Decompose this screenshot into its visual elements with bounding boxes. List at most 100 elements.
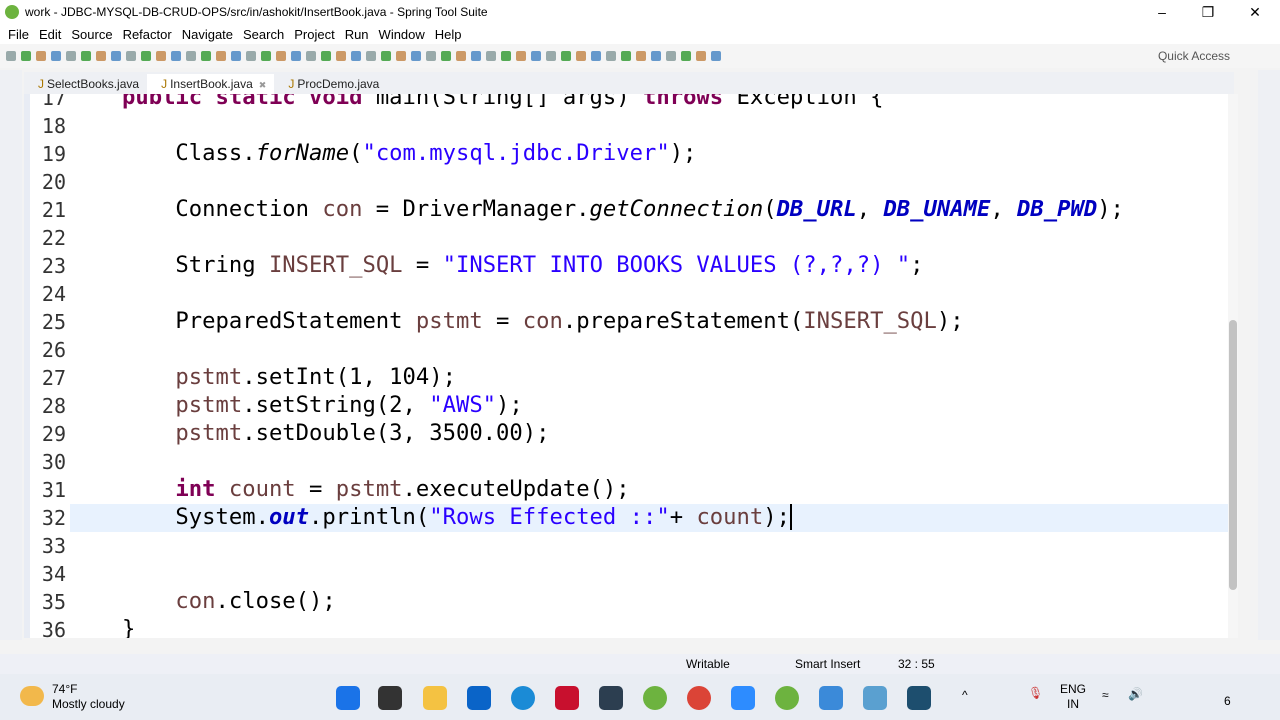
clock-text[interactable]: 6 — [1224, 694, 1231, 709]
wifi-icon[interactable]: ≈ — [1102, 688, 1109, 703]
close-button[interactable]: ✕ — [1232, 0, 1278, 24]
tab-selectbooks[interactable]: J SelectBooks.java — [24, 74, 147, 94]
toolbar-button-icon[interactable] — [636, 51, 646, 61]
menu-search[interactable]: Search — [243, 27, 284, 42]
menu-window[interactable]: Window — [379, 27, 425, 42]
toolbar-button-icon[interactable] — [156, 51, 166, 61]
code-line[interactable]: int count = pstmt.executeUpdate(); — [122, 476, 629, 502]
toolbar-button-icon[interactable] — [36, 51, 46, 61]
toolbar-button-icon[interactable] — [576, 51, 586, 61]
menu-refactor[interactable]: Refactor — [123, 27, 172, 42]
toolbar-button-icon[interactable] — [381, 51, 391, 61]
tab-insertbook[interactable]: J InsertBook.java ✖ — [147, 74, 275, 94]
toolbar-button-icon[interactable] — [81, 51, 91, 61]
maximize-button[interactable]: ❐ — [1185, 0, 1231, 24]
toolbar-button-icon[interactable] — [396, 51, 406, 61]
tab-procdemo[interactable]: J ProcDemo.java — [274, 74, 387, 94]
toolbar-button-icon[interactable] — [591, 51, 601, 61]
toolbar-button-icon[interactable] — [501, 51, 511, 61]
toolbar-button-icon[interactable] — [141, 51, 151, 61]
code-line[interactable]: Class.forName("com.mysql.jdbc.Driver"); — [122, 140, 696, 166]
terminal-icon[interactable] — [599, 686, 623, 710]
horizontal-scrollbar[interactable] — [60, 638, 1230, 650]
code-line[interactable]: Connection con = DriverManager.getConnec… — [122, 196, 1123, 222]
code-line[interactable]: public static void main(String[] args) t… — [122, 94, 883, 110]
menu-navigate[interactable]: Navigate — [182, 27, 233, 42]
toolbar-button-icon[interactable] — [486, 51, 496, 61]
edge-icon[interactable] — [511, 686, 535, 710]
toolbar-button-icon[interactable] — [186, 51, 196, 61]
mcafee-icon[interactable] — [555, 686, 579, 710]
toolbar-button-icon[interactable] — [561, 51, 571, 61]
toolbar-button-icon[interactable] — [351, 51, 361, 61]
toolbar-button-icon[interactable] — [546, 51, 556, 61]
zoom-icon[interactable] — [731, 686, 755, 710]
toolbar-button-icon[interactable] — [96, 51, 106, 61]
mysql-workbench-icon[interactable] — [907, 686, 931, 710]
start-icon[interactable] — [336, 686, 360, 710]
code-line[interactable]: pstmt.setDouble(3, 3500.00); — [122, 420, 549, 446]
toolbar-button-icon[interactable] — [621, 51, 631, 61]
spring-tool-icon[interactable] — [643, 686, 667, 710]
paint-icon[interactable] — [863, 686, 887, 710]
chrome-icon[interactable] — [687, 686, 711, 710]
volume-icon[interactable]: 🔊 — [1128, 687, 1143, 702]
toolbar-button-icon[interactable] — [306, 51, 316, 61]
toolbar-button-icon[interactable] — [651, 51, 661, 61]
store-icon[interactable] — [467, 686, 491, 710]
menu-edit[interactable]: Edit — [39, 27, 61, 42]
toolbar-button-icon[interactable] — [201, 51, 211, 61]
toolbar-button-icon[interactable] — [276, 51, 286, 61]
code-line[interactable]: pstmt.setInt(1, 104); — [122, 364, 456, 390]
task-view-icon[interactable] — [378, 686, 402, 710]
menu-source[interactable]: Source — [71, 27, 112, 42]
region-code[interactable]: IN — [1060, 697, 1086, 712]
menu-file[interactable]: File — [8, 27, 29, 42]
chevron-up-icon[interactable]: ^ — [962, 688, 968, 703]
toolbar-button-icon[interactable] — [246, 51, 256, 61]
toolbar-button-icon[interactable] — [171, 51, 181, 61]
code-editor[interactable]: 17 public static void main(String[] args)… — [24, 94, 1238, 638]
close-tab-icon[interactable]: ✖ — [259, 80, 267, 90]
toolbar-button-icon[interactable] — [111, 51, 121, 61]
toolbar-button-icon[interactable] — [606, 51, 616, 61]
toolbar-button-icon[interactable] — [426, 51, 436, 61]
toolbar-button-icon[interactable] — [261, 51, 271, 61]
quick-access-input[interactable]: Quick Access — [1158, 49, 1230, 63]
toolbar-button-icon[interactable] — [291, 51, 301, 61]
menu-project[interactable]: Project — [294, 27, 334, 42]
toolbar-button-icon[interactable] — [126, 51, 136, 61]
toolbar-button-icon[interactable] — [321, 51, 331, 61]
toolbar-button-icon[interactable] — [696, 51, 706, 61]
microphone-icon[interactable]: 🎙 — [1028, 686, 1043, 701]
code-line[interactable]: } — [122, 616, 135, 638]
code-line[interactable]: con.close(); — [122, 588, 335, 614]
scroll-thumb[interactable] — [1229, 320, 1237, 590]
toolbar-button-icon[interactable] — [51, 51, 61, 61]
toolbar-button-icon[interactable] — [366, 51, 376, 61]
toolbar-button-icon[interactable] — [681, 51, 691, 61]
toolbar-button-icon[interactable] — [531, 51, 541, 61]
file-explorer-icon[interactable] — [423, 686, 447, 710]
notepad-icon[interactable] — [819, 686, 843, 710]
toolbar-button-icon[interactable] — [66, 51, 76, 61]
toolbar-button-icon[interactable] — [441, 51, 451, 61]
language-code[interactable]: ENG — [1060, 682, 1086, 697]
toolbar-button-icon[interactable] — [471, 51, 481, 61]
code-line[interactable]: System.out.println("Rows Effected ::"+ c… — [122, 504, 792, 530]
toolbar-button-icon[interactable] — [411, 51, 421, 61]
code-line[interactable]: PreparedStatement pstmt = con.prepareSta… — [122, 308, 963, 334]
toolbar-button-icon[interactable] — [6, 51, 16, 61]
toolbar-button-icon[interactable] — [711, 51, 721, 61]
vertical-scrollbar[interactable] — [1228, 94, 1238, 638]
toolbar-button-icon[interactable] — [516, 51, 526, 61]
toolbar-button-icon[interactable] — [216, 51, 226, 61]
code-line[interactable]: pstmt.setString(2, "AWS"); — [122, 392, 522, 418]
code-line[interactable]: String INSERT_SQL = "INSERT INTO BOOKS V… — [122, 252, 923, 278]
spring-tool-active-icon[interactable] — [775, 686, 799, 710]
toolbar-button-icon[interactable] — [666, 51, 676, 61]
minimize-button[interactable]: – — [1139, 0, 1185, 24]
menu-help[interactable]: Help — [435, 27, 462, 42]
toolbar-button-icon[interactable] — [336, 51, 346, 61]
menu-run[interactable]: Run — [345, 27, 369, 42]
